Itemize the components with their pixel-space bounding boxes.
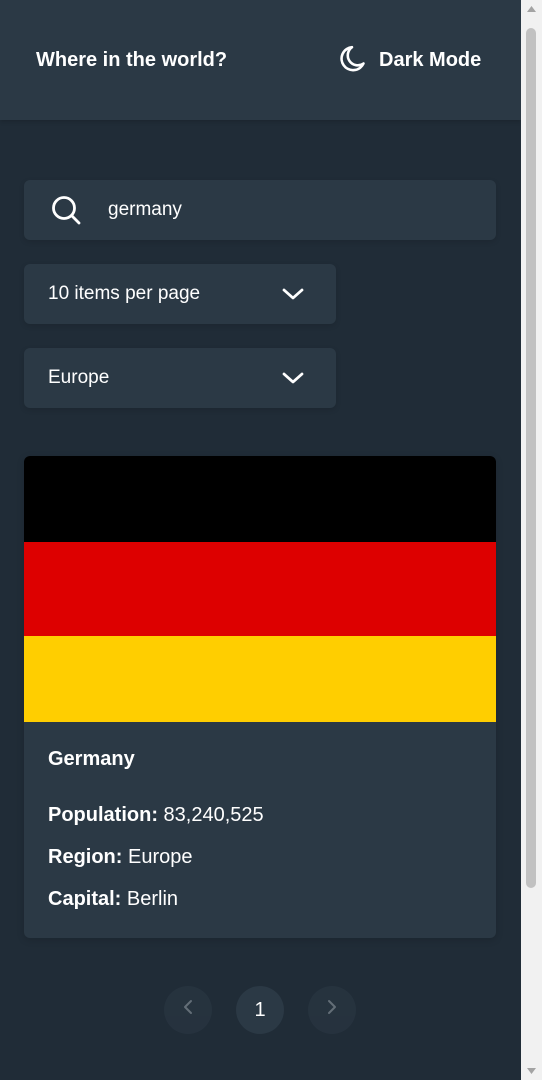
search-icon <box>50 194 82 231</box>
region-filter-value: Europe <box>48 367 110 388</box>
region-filter-select[interactable]: Europe <box>24 348 336 408</box>
capital-label: Capital: <box>48 888 122 910</box>
scrollbar-thumb[interactable] <box>526 28 536 888</box>
region-label: Region: <box>48 846 123 868</box>
flag-stripe-middle <box>24 542 496 636</box>
region-value: Europe <box>128 846 193 868</box>
search-box <box>24 180 496 240</box>
dark-mode-label: Dark Mode <box>379 48 482 71</box>
vertical-scrollbar[interactable] <box>521 0 542 1080</box>
app-viewport: Where in the world? Dark Mode 10 items p… <box>0 0 521 1080</box>
population-value: 83,240,525 <box>163 804 264 826</box>
chevron-down-icon <box>281 283 305 310</box>
chevron-down-icon <box>281 367 305 394</box>
scroll-down-arrow-icon[interactable] <box>521 1062 542 1080</box>
country-population: Population: 83,240,525 <box>48 803 264 827</box>
prev-page-button[interactable] <box>164 986 212 1034</box>
scroll-up-arrow-icon[interactable] <box>521 0 542 18</box>
app-title: Where in the world? <box>36 49 228 71</box>
pagination: 1 <box>164 986 356 1034</box>
capital-value: Berlin <box>126 888 179 910</box>
dark-mode-toggle[interactable]: Dark Mode <box>339 44 481 76</box>
chevron-left-icon <box>181 998 195 1022</box>
flag-stripe-bottom <box>24 636 496 722</box>
next-page-button[interactable] <box>308 986 356 1034</box>
flag-stripe-top <box>24 456 496 542</box>
country-card[interactable]: Germany Population: 83,240,525 Region: E… <box>24 456 496 938</box>
search-input[interactable] <box>108 180 468 240</box>
population-label: Population: <box>48 804 158 826</box>
country-flag-image <box>24 456 496 722</box>
moon-icon <box>339 42 371 79</box>
country-region: Region: Europe <box>48 845 193 869</box>
country-capital: Capital: Berlin <box>48 887 178 911</box>
items-per-page-value: 10 items per page <box>48 283 201 304</box>
country-name: Germany <box>48 748 135 770</box>
page-button-current[interactable]: 1 <box>236 986 284 1034</box>
app-header: Where in the world? Dark Mode <box>0 0 521 120</box>
items-per-page-select[interactable]: 10 items per page <box>24 264 336 324</box>
chevron-right-icon <box>325 998 339 1022</box>
